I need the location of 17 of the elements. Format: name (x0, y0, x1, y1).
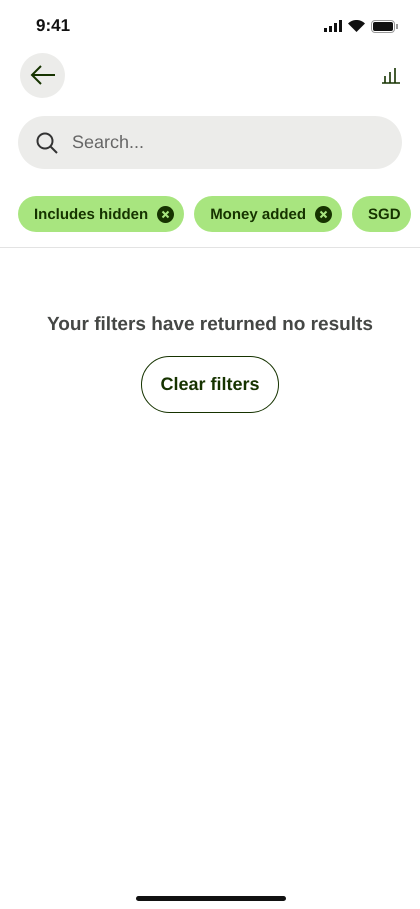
battery-icon (371, 20, 398, 32)
wifi-icon (348, 20, 365, 32)
back-button[interactable] (20, 52, 65, 98)
search-input[interactable]: Search... (70, 131, 384, 154)
remove-icon[interactable] (315, 206, 332, 222)
empty-message: Your filters have returned no results (47, 314, 373, 336)
back-arrow-icon (30, 65, 56, 85)
search-icon (36, 132, 58, 154)
signal-icon (324, 20, 342, 32)
filter-chip[interactable]: Includes hidden (18, 196, 184, 232)
clear-filters-button[interactable]: Clear filters (141, 356, 279, 413)
filter-chip[interactable]: SGD (352, 196, 411, 232)
remove-icon[interactable] (157, 206, 174, 222)
bar-chart-icon[interactable] (381, 66, 400, 84)
filter-chip[interactable]: Money added (194, 196, 342, 232)
status-time: 9:41 (36, 16, 70, 36)
search-field[interactable]: Search... (18, 116, 402, 169)
